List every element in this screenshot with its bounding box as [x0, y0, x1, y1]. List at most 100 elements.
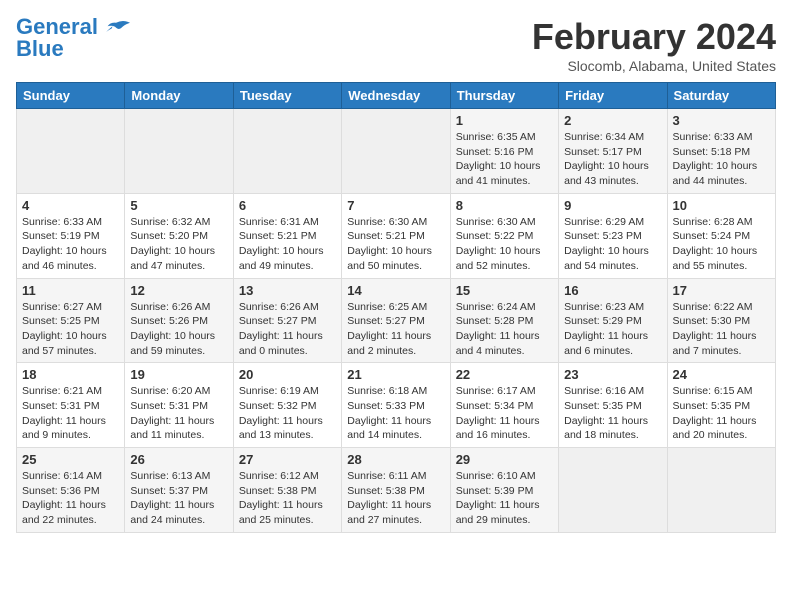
calendar-cell [125, 109, 233, 194]
day-number: 27 [239, 452, 336, 467]
calendar-header-row: SundayMondayTuesdayWednesdayThursdayFrid… [17, 83, 776, 109]
day-info: Sunrise: 6:14 AM Sunset: 5:36 PM Dayligh… [22, 469, 119, 528]
calendar-cell: 28 Sunrise: 6:11 AM Sunset: 5:38 PM Dayli… [342, 448, 450, 533]
day-number: 17 [673, 283, 770, 298]
day-number: 5 [130, 198, 227, 213]
calendar-cell: 14 Sunrise: 6:25 AM Sunset: 5:27 PM Dayli… [342, 278, 450, 363]
calendar-week-1: 1 Sunrise: 6:35 AM Sunset: 5:16 PM Daylig… [17, 109, 776, 194]
calendar-cell: 29 Sunrise: 6:10 AM Sunset: 5:39 PM Dayli… [450, 448, 558, 533]
day-info: Sunrise: 6:21 AM Sunset: 5:31 PM Dayligh… [22, 384, 119, 443]
day-info: Sunrise: 6:27 AM Sunset: 5:25 PM Dayligh… [22, 300, 119, 359]
day-info: Sunrise: 6:19 AM Sunset: 5:32 PM Dayligh… [239, 384, 336, 443]
day-info: Sunrise: 6:30 AM Sunset: 5:21 PM Dayligh… [347, 215, 444, 274]
calendar-cell [342, 109, 450, 194]
location-subtitle: Slocomb, Alabama, United States [532, 58, 776, 74]
calendar-cell: 17Sunrise: 6:22 AM Sunset: 5:30 PM Dayli… [667, 278, 775, 363]
day-info: Sunrise: 6:15 AM Sunset: 5:35 PM Dayligh… [673, 384, 770, 443]
day-header-saturday: Saturday [667, 83, 775, 109]
day-number: 26 [130, 452, 227, 467]
calendar-cell: 19Sunrise: 6:20 AM Sunset: 5:31 PM Dayli… [125, 363, 233, 448]
calendar-cell: 6 Sunrise: 6:31 AM Sunset: 5:21 PM Daylig… [233, 193, 341, 278]
day-info: Sunrise: 6:11 AM Sunset: 5:38 PM Dayligh… [347, 469, 444, 528]
day-info: Sunrise: 6:13 AM Sunset: 5:37 PM Dayligh… [130, 469, 227, 528]
calendar-cell [17, 109, 125, 194]
day-header-monday: Monday [125, 83, 233, 109]
day-number: 16 [564, 283, 661, 298]
day-number: 8 [456, 198, 553, 213]
calendar-week-3: 11 Sunrise: 6:27 AM Sunset: 5:25 PM Dayli… [17, 278, 776, 363]
day-number: 23 [564, 367, 661, 382]
day-number: 25 [22, 452, 119, 467]
day-info: Sunrise: 6:23 AM Sunset: 5:29 PM Dayligh… [564, 300, 661, 359]
day-info: Sunrise: 6:16 AM Sunset: 5:35 PM Dayligh… [564, 384, 661, 443]
calendar-cell: 3 Sunrise: 6:33 AM Sunset: 5:18 PM Daylig… [667, 109, 775, 194]
day-number: 6 [239, 198, 336, 213]
day-number: 18 [22, 367, 119, 382]
calendar-cell: 9 Sunrise: 6:29 AM Sunset: 5:23 PM Daylig… [559, 193, 667, 278]
day-number: 20 [239, 367, 336, 382]
calendar-week-4: 18 Sunrise: 6:21 AM Sunset: 5:31 PM Dayli… [17, 363, 776, 448]
calendar-cell: 24 Sunrise: 6:15 AM Sunset: 5:35 PM Dayli… [667, 363, 775, 448]
calendar-table: SundayMondayTuesdayWednesdayThursdayFrid… [16, 82, 776, 533]
calendar-cell: 12 Sunrise: 6:26 AM Sunset: 5:26 PM Dayli… [125, 278, 233, 363]
day-number: 3 [673, 113, 770, 128]
calendar-cell: 21 Sunrise: 6:18 AM Sunset: 5:33 PM Dayli… [342, 363, 450, 448]
day-number: 21 [347, 367, 444, 382]
day-info: Sunrise: 6:24 AM Sunset: 5:28 PM Dayligh… [456, 300, 553, 359]
day-header-wednesday: Wednesday [342, 83, 450, 109]
day-number: 28 [347, 452, 444, 467]
day-info: Sunrise: 6:17 AM Sunset: 5:34 PM Dayligh… [456, 384, 553, 443]
day-number: 12 [130, 283, 227, 298]
calendar-cell: 10Sunrise: 6:28 AM Sunset: 5:24 PM Dayli… [667, 193, 775, 278]
day-number: 10 [673, 198, 770, 213]
day-header-sunday: Sunday [17, 83, 125, 109]
day-number: 2 [564, 113, 661, 128]
calendar-cell: 18 Sunrise: 6:21 AM Sunset: 5:31 PM Dayli… [17, 363, 125, 448]
day-info: Sunrise: 6:26 AM Sunset: 5:26 PM Dayligh… [130, 300, 227, 359]
day-number: 29 [456, 452, 553, 467]
day-number: 22 [456, 367, 553, 382]
calendar-cell: 11 Sunrise: 6:27 AM Sunset: 5:25 PM Dayli… [17, 278, 125, 363]
logo-text: GeneralBlue [16, 16, 98, 60]
day-info: Sunrise: 6:10 AM Sunset: 5:39 PM Dayligh… [456, 469, 553, 528]
day-header-tuesday: Tuesday [233, 83, 341, 109]
day-info: Sunrise: 6:35 AM Sunset: 5:16 PM Dayligh… [456, 130, 553, 189]
calendar-cell: 23 Sunrise: 6:16 AM Sunset: 5:35 PM Dayli… [559, 363, 667, 448]
month-title: February 2024 [532, 16, 776, 58]
calendar-cell [233, 109, 341, 194]
calendar-cell [667, 448, 775, 533]
calendar-week-5: 25 Sunrise: 6:14 AM Sunset: 5:36 PM Dayli… [17, 448, 776, 533]
calendar-cell [559, 448, 667, 533]
day-info: Sunrise: 6:31 AM Sunset: 5:21 PM Dayligh… [239, 215, 336, 274]
day-info: Sunrise: 6:18 AM Sunset: 5:33 PM Dayligh… [347, 384, 444, 443]
calendar-cell: 25 Sunrise: 6:14 AM Sunset: 5:36 PM Dayli… [17, 448, 125, 533]
calendar-cell: 16 Sunrise: 6:23 AM Sunset: 5:29 PM Dayli… [559, 278, 667, 363]
day-info: Sunrise: 6:30 AM Sunset: 5:22 PM Dayligh… [456, 215, 553, 274]
day-info: Sunrise: 6:33 AM Sunset: 5:19 PM Dayligh… [22, 215, 119, 274]
day-header-thursday: Thursday [450, 83, 558, 109]
day-number: 7 [347, 198, 444, 213]
day-info: Sunrise: 6:26 AM Sunset: 5:27 PM Dayligh… [239, 300, 336, 359]
calendar-cell: 15 Sunrise: 6:24 AM Sunset: 5:28 PM Dayli… [450, 278, 558, 363]
day-info: Sunrise: 6:33 AM Sunset: 5:18 PM Dayligh… [673, 130, 770, 189]
day-number: 11 [22, 283, 119, 298]
calendar-cell: 22 Sunrise: 6:17 AM Sunset: 5:34 PM Dayli… [450, 363, 558, 448]
calendar-cell: 5 Sunrise: 6:32 AM Sunset: 5:20 PM Daylig… [125, 193, 233, 278]
day-info: Sunrise: 6:29 AM Sunset: 5:23 PM Dayligh… [564, 215, 661, 274]
day-info: Sunrise: 6:32 AM Sunset: 5:20 PM Dayligh… [130, 215, 227, 274]
calendar-cell: 4Sunrise: 6:33 AM Sunset: 5:19 PM Daylig… [17, 193, 125, 278]
day-info: Sunrise: 6:34 AM Sunset: 5:17 PM Dayligh… [564, 130, 661, 189]
day-number: 24 [673, 367, 770, 382]
day-number: 1 [456, 113, 553, 128]
calendar-cell: 1 Sunrise: 6:35 AM Sunset: 5:16 PM Daylig… [450, 109, 558, 194]
day-number: 9 [564, 198, 661, 213]
day-info: Sunrise: 6:25 AM Sunset: 5:27 PM Dayligh… [347, 300, 444, 359]
day-number: 14 [347, 283, 444, 298]
calendar-cell: 8 Sunrise: 6:30 AM Sunset: 5:22 PM Daylig… [450, 193, 558, 278]
day-number: 15 [456, 283, 553, 298]
page-header: GeneralBlue February 2024 Slocomb, Alaba… [16, 16, 776, 74]
calendar-cell: 7 Sunrise: 6:30 AM Sunset: 5:21 PM Daylig… [342, 193, 450, 278]
calendar-cell: 13Sunrise: 6:26 AM Sunset: 5:27 PM Dayli… [233, 278, 341, 363]
calendar-week-2: 4Sunrise: 6:33 AM Sunset: 5:19 PM Daylig… [17, 193, 776, 278]
day-header-friday: Friday [559, 83, 667, 109]
